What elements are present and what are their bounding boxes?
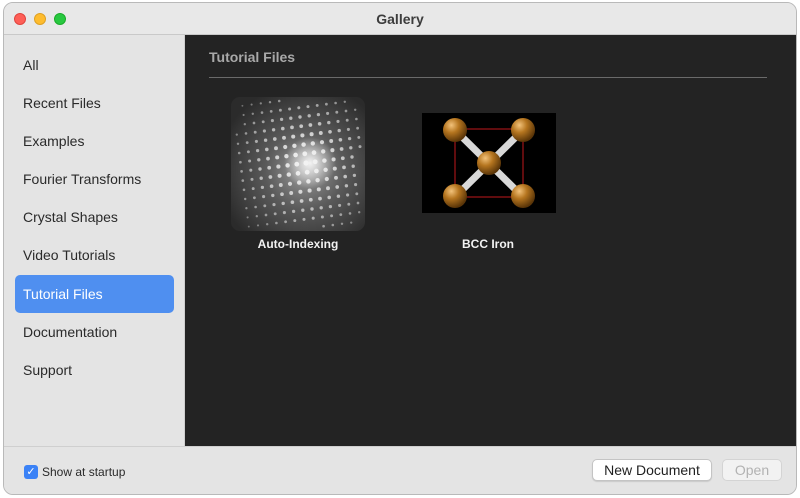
section-title: Tutorial Files <box>209 49 296 65</box>
diffraction-pattern-icon <box>231 97 365 231</box>
checkmark-icon: ✓ <box>26 466 36 478</box>
gallery-item-auto-indexing[interactable]: Auto-Indexing <box>218 97 378 257</box>
sidebar-item-fourier-transforms[interactable]: Fourier Transforms <box>15 160 174 198</box>
auto-indexing-label: Auto-Indexing <box>257 237 339 251</box>
sidebar-item-video-tutorials[interactable]: Video Tutorials <box>15 236 174 274</box>
bcc-crystal-structure-icon <box>422 113 556 213</box>
new-document-button[interactable]: New Document <box>592 459 712 481</box>
bcc-iron-label: BCC Iron <box>462 237 514 251</box>
gallery-content: Tutorial Files Auto-Indexing BCC Iron <box>185 35 796 446</box>
show-at-startup-control[interactable]: ✓ Show at startup <box>24 464 125 480</box>
bcc-iron-thumbnail[interactable] <box>408 97 568 233</box>
gallery-item-bcc-iron[interactable]: BCC Iron <box>408 97 568 257</box>
bottom-bar: ✓ Show at startup New Document Open <box>4 446 796 494</box>
sidebar-item-crystal-shapes[interactable]: Crystal Shapes <box>15 198 174 236</box>
sidebar-item-support[interactable]: Support <box>15 351 174 389</box>
title-bar: Gallery <box>4 3 796 35</box>
gallery-window: Gallery All Recent Files Examples Fourie… <box>3 2 797 495</box>
open-button[interactable]: Open <box>722 459 782 481</box>
sidebar-item-all[interactable]: All <box>15 46 174 84</box>
window-title: Gallery <box>376 11 424 27</box>
sidebar: All Recent Files Examples Fourier Transf… <box>4 35 185 446</box>
auto-indexing-thumbnail[interactable] <box>218 97 378 233</box>
sidebar-item-documentation[interactable]: Documentation <box>15 313 174 351</box>
section-divider <box>209 77 767 78</box>
sidebar-item-examples[interactable]: Examples <box>15 122 174 160</box>
sidebar-item-tutorial-files[interactable]: Tutorial Files <box>15 275 174 313</box>
show-at-startup-checkbox[interactable]: ✓ <box>24 465 38 479</box>
sidebar-item-recent-files[interactable]: Recent Files <box>15 84 174 122</box>
show-at-startup-label[interactable]: Show at startup <box>42 465 125 479</box>
